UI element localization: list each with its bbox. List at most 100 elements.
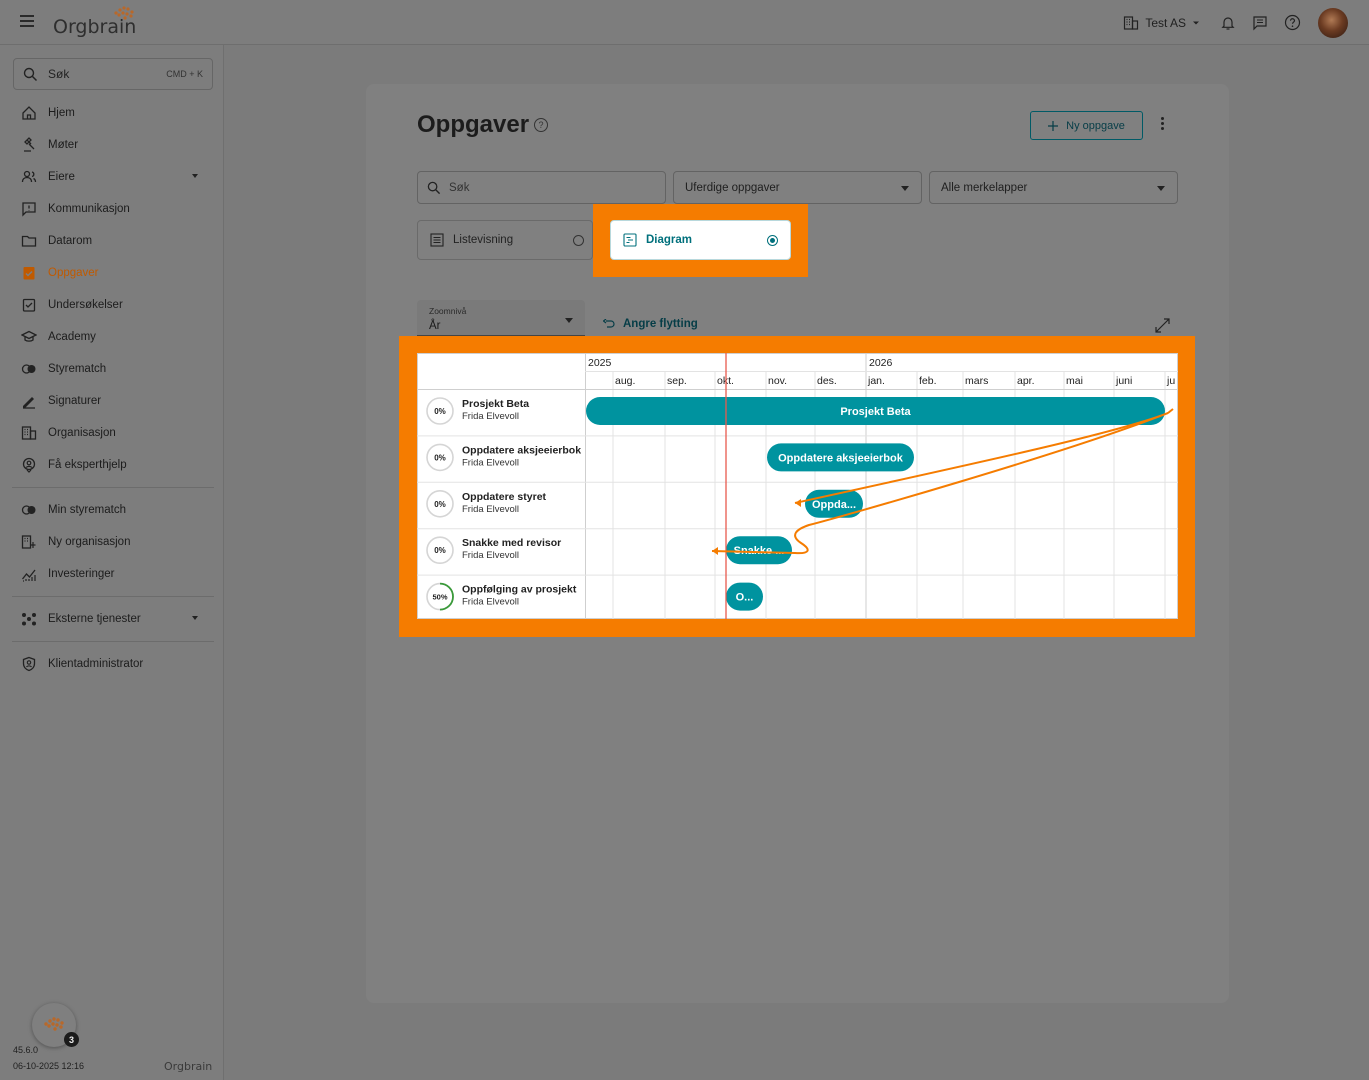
org-switcher[interactable]: Test AS (1123, 15, 1200, 31)
survey-icon (20, 297, 37, 314)
bell-icon (1221, 16, 1235, 30)
progress-percent: 0% (434, 546, 446, 555)
sidebar-item-eksterne-tjenester[interactable]: Eksterne tjenester (0, 603, 224, 635)
user-avatar[interactable] (1318, 7, 1348, 38)
notifications-button[interactable] (1218, 13, 1238, 33)
radio-selected-icon[interactable] (767, 235, 778, 246)
messages-button[interactable] (1250, 13, 1270, 33)
view-list-option[interactable]: Listevisning (417, 220, 593, 260)
sidebar-item-investeringer[interactable]: Investeringer (0, 558, 224, 590)
task-name[interactable]: Oppdatere styret (462, 491, 547, 503)
search-icon (427, 181, 441, 194)
task-owner: Frida Elvevoll (462, 457, 519, 468)
top-bar: Orgbrain Test AS (0, 0, 1369, 45)
sidebar-item-label: Datarom (48, 235, 93, 247)
progress-percent: 0% (434, 453, 446, 462)
sidebar-item-organisasjon[interactable]: Organisasjon (0, 417, 224, 449)
sidebar: Søk CMD + K Hjem Møter Eiere Kommunikasjon D… (0, 45, 224, 1080)
sidebar-item-styrematch[interactable]: Styrematch (0, 353, 224, 385)
sidebar-item-få-eksperthjelp[interactable]: Få eksperthjelp (0, 449, 224, 481)
sidebar-item-oppgaver[interactable]: Oppgaver (0, 257, 224, 289)
task-name[interactable]: Oppdatere aksjeeierbok (462, 444, 581, 456)
sidebar-item-min-styrematch[interactable]: Min styrematch (0, 494, 224, 526)
sidebar-item-label: Undersøkelser (48, 299, 123, 311)
new-task-label: Ny oppgave (1066, 119, 1125, 132)
task-icon (20, 265, 37, 282)
tag-filter-select[interactable]: Alle merkelapper (929, 171, 1178, 204)
task-name[interactable]: Snakke med revisor (462, 537, 561, 549)
year-label: 2026 (869, 357, 893, 369)
chat-icon (1253, 15, 1267, 30)
tag-filter-value: Alle merkelapper (941, 181, 1028, 194)
month-label: feb. (919, 375, 937, 387)
sidebar-item-møter[interactable]: Møter (0, 129, 224, 161)
radio-unselected-icon[interactable] (573, 235, 584, 246)
search-label: Søk (48, 67, 70, 81)
sidebar-item-label: Eiere (48, 171, 75, 183)
sidebar-item-label: Min styrematch (48, 504, 126, 516)
month-label: des. (817, 375, 837, 387)
sidebar-item-academy[interactable]: Academy (0, 321, 224, 353)
year-label: 2025 (588, 357, 612, 369)
menu-icon[interactable] (20, 15, 34, 27)
add-building-icon (20, 534, 37, 551)
view-diagram-label: Diagram (646, 234, 693, 246)
sidebar-item-hjem[interactable]: Hjem (0, 97, 224, 129)
task-search-input[interactable]: Søk (417, 171, 666, 204)
brain-logo-icon (114, 6, 134, 20)
month-label: nov. (768, 375, 787, 387)
chevron-down-icon (1193, 21, 1199, 24)
building-icon (20, 425, 37, 442)
help-button[interactable] (1282, 13, 1302, 33)
chevron-down-icon (565, 318, 573, 323)
org-name: Test AS (1145, 15, 1186, 30)
view-diagram-option[interactable]: Diagram (610, 220, 791, 260)
sidebar-item-klientadministrator[interactable]: Klientadministrator (0, 648, 224, 680)
month-label: aug. (615, 375, 635, 387)
academy-icon (20, 329, 37, 346)
status-filter-value: Uferdige oppgaver (685, 181, 780, 194)
chevron-down-icon[interactable] (192, 616, 198, 620)
sidebar-item-label: Styrematch (48, 363, 107, 375)
footer-logo: Orgbrain (164, 1060, 213, 1073)
expand-icon[interactable] (1155, 318, 1170, 333)
sidebar-item-ny-organisasjon[interactable]: Ny organisasjon (0, 526, 224, 558)
task-bar-label: Oppda... (812, 499, 856, 511)
task-owner: Frida Elvevoll (462, 550, 519, 561)
chevron-down-icon[interactable] (192, 174, 198, 178)
signature-icon (20, 393, 37, 410)
shield-icon (20, 656, 37, 673)
version-number: 45.6.0 (13, 1045, 39, 1055)
help-icon[interactable]: ? (534, 118, 548, 132)
sidebar-item-eiere[interactable]: Eiere (0, 161, 224, 193)
sidebar-search[interactable]: Søk CMD + K (13, 58, 213, 90)
undo-move-button[interactable]: Angre flytting (603, 318, 698, 330)
search-shortcut: CMD + K (166, 69, 203, 79)
more-options-icon[interactable] (1158, 117, 1166, 133)
sidebar-item-signaturer[interactable]: Signaturer (0, 385, 224, 417)
status-filter-select[interactable]: Uferdige oppgaver (673, 171, 922, 204)
sidebar-item-kommunikasjon[interactable]: Kommunikasjon (0, 193, 224, 225)
brain-logo-icon (44, 1017, 64, 1031)
zoom-level-select[interactable]: Zoomnivå År (417, 300, 585, 336)
plus-icon (1048, 120, 1059, 131)
undo-label: Angre flytting (623, 318, 698, 330)
sidebar-item-datarom[interactable]: Datarom (0, 225, 224, 257)
month-label: sep. (667, 375, 687, 387)
divider (12, 641, 214, 642)
owners-icon (20, 169, 37, 186)
version-info: 45.6.0 06-10-2025 12:16 (13, 1045, 84, 1077)
home-icon (20, 105, 37, 122)
match-icon (20, 361, 37, 378)
task-name[interactable]: Oppfølging av prosjekt (462, 584, 577, 596)
sidebar-item-undersøkelser[interactable]: Undersøkelser (0, 289, 224, 321)
month-label: apr. (1017, 375, 1035, 387)
sidebar-item-label: Eksterne tjenester (48, 613, 141, 625)
zoom-label: Zoomnivå (429, 306, 467, 316)
task-name[interactable]: Prosjekt Beta (462, 398, 529, 410)
new-task-button[interactable]: Ny oppgave (1030, 111, 1143, 140)
task-bar-label: Prosjekt Beta (840, 406, 911, 418)
undo-icon (603, 319, 615, 328)
zoom-value: År (429, 320, 441, 332)
progress-percent: 0% (434, 407, 446, 416)
